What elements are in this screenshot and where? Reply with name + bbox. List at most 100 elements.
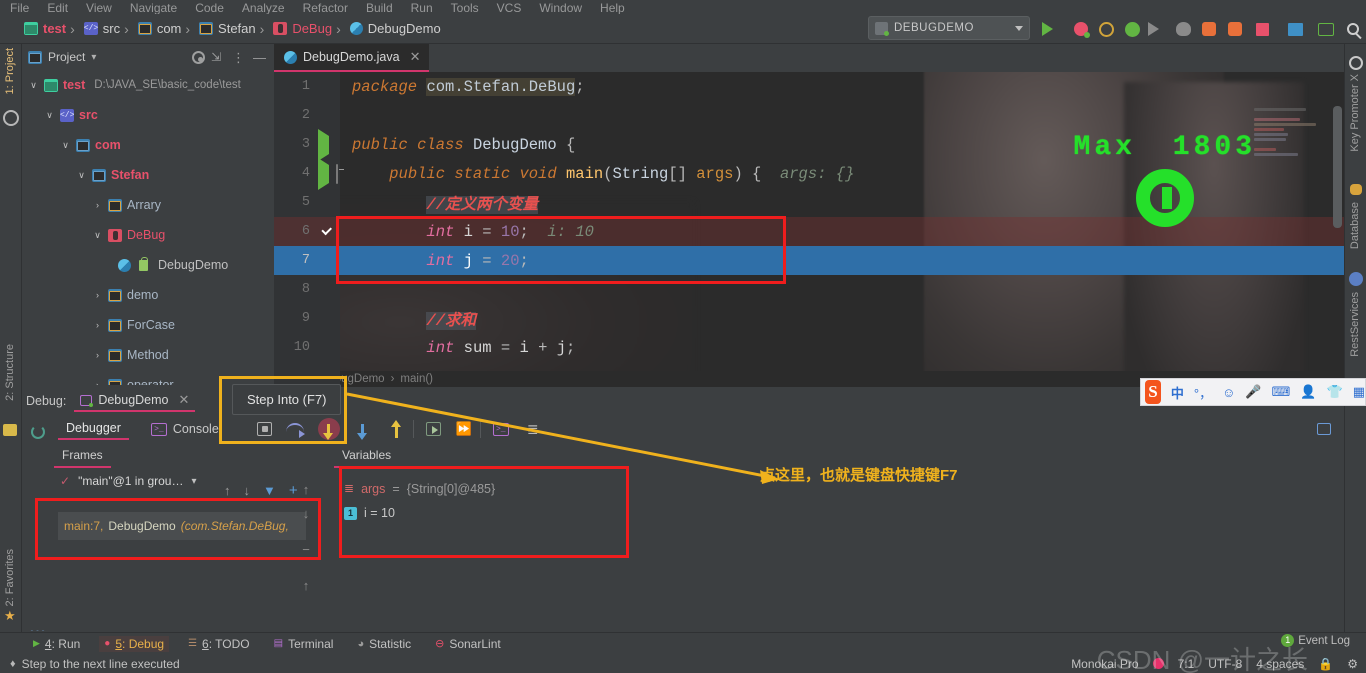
chevron-down-icon[interactable] bbox=[1015, 25, 1023, 31]
editor-scrollbar-thumb[interactable] bbox=[1333, 106, 1342, 228]
fold-icon[interactable] bbox=[336, 164, 338, 184]
chevron-icon[interactable]: ∨ bbox=[76, 170, 87, 181]
ime-toolbar[interactable]: S 中 °， ☺ 🎤 ⌨ 👤 👕 ▦ bbox=[1140, 378, 1366, 406]
force-step-into-button[interactable] bbox=[353, 419, 373, 440]
hide-panel-icon[interactable]: — bbox=[253, 50, 268, 65]
attach-button[interactable] bbox=[1148, 18, 1170, 40]
menu-view[interactable]: View bbox=[86, 2, 112, 14]
tree-node-operator[interactable]: › operator bbox=[22, 370, 274, 385]
run-gutter-icon[interactable] bbox=[318, 129, 329, 161]
menu-navigate[interactable]: Navigate bbox=[130, 2, 177, 14]
emoji-icon[interactable]: ☺ bbox=[1222, 385, 1235, 400]
tree-node-debug[interactable]: ∨ DeBug bbox=[22, 220, 274, 250]
menu-analyze[interactable]: Analyze bbox=[242, 2, 285, 14]
run-button[interactable] bbox=[1042, 18, 1064, 40]
terminal-button[interactable] bbox=[1315, 18, 1337, 40]
run-coverage-button[interactable] bbox=[1095, 18, 1117, 40]
sidebar-item-structure[interactable]: 2: Structure bbox=[4, 344, 16, 406]
soft-keyboard-icon[interactable]: ⌨ bbox=[1272, 384, 1291, 400]
sogou-logo-icon[interactable]: S bbox=[1145, 380, 1161, 404]
bottom-item-terminal[interactable]: ▤ Terminal bbox=[269, 636, 339, 652]
stop-button[interactable] bbox=[1251, 18, 1273, 40]
scroll-up-icon[interactable]: ↑ bbox=[303, 482, 310, 497]
breadcrumb-com[interactable]: com bbox=[120, 21, 181, 37]
tree-node-forcase[interactable]: › ForCase bbox=[22, 310, 274, 340]
move-up-icon[interactable]: ↑ bbox=[224, 483, 231, 498]
tree-node-method[interactable]: › Method bbox=[22, 340, 274, 370]
tree-node-test[interactable]: ∨ test D:\JAVA_SE\basic_code\test bbox=[22, 70, 274, 100]
menu-window[interactable]: Window bbox=[539, 2, 582, 14]
chevron-icon[interactable]: ∨ bbox=[92, 230, 103, 241]
lock-icon[interactable]: 🔒 bbox=[1318, 657, 1333, 671]
menu-file[interactable]: File bbox=[10, 2, 29, 14]
close-icon[interactable]: ✕ bbox=[410, 49, 421, 65]
event-log-button[interactable]: 1 Event Log bbox=[1281, 634, 1350, 647]
tab-console[interactable]: >_ Console bbox=[143, 419, 227, 439]
menu-run[interactable]: Run bbox=[411, 2, 433, 14]
chevron-icon[interactable]: › bbox=[92, 350, 103, 360]
scroll-from-source-icon[interactable] bbox=[192, 50, 205, 64]
restore-layout-button[interactable] bbox=[1314, 419, 1334, 439]
chevron-icon[interactable]: › bbox=[92, 320, 103, 330]
chevron-icon[interactable]: ∨ bbox=[28, 80, 39, 91]
chevron-icon[interactable]: › bbox=[92, 380, 103, 385]
menu-edit[interactable]: Edit bbox=[47, 2, 68, 14]
code-area[interactable]: 1 package com.Stefan.DeBug; 2 3 public c… bbox=[274, 72, 1344, 385]
breadcrumb-test[interactable]: test bbox=[24, 21, 66, 36]
debug-session-tab[interactable]: DebugDemo ✕ bbox=[74, 390, 196, 412]
editor-tab-debugdemo[interactable]: DebugDemo.java ✕ bbox=[274, 44, 429, 72]
target-icon[interactable] bbox=[3, 110, 19, 126]
bottom-item-statistic[interactable]: ◕ Statistic bbox=[352, 636, 416, 652]
options-menu-icon[interactable]: ⋮ bbox=[232, 50, 247, 65]
remove-icon[interactable]: − bbox=[302, 542, 310, 557]
chevron-icon[interactable]: › bbox=[92, 200, 103, 210]
breadcrumb-debugdemo[interactable]: DebugDemo bbox=[332, 21, 441, 37]
collapse-all-icon[interactable]: ⇲ bbox=[211, 50, 226, 65]
menu-refactor[interactable]: Refactor bbox=[303, 2, 348, 14]
search-everywhere-button[interactable] bbox=[1342, 18, 1364, 40]
menu-tools[interactable]: Tools bbox=[451, 2, 479, 14]
ime-language-toggle[interactable]: 中 bbox=[1171, 383, 1184, 402]
menu-bar[interactable]: File Edit View Navigate Code Analyze Ref… bbox=[0, 0, 1366, 14]
run-configuration-selector[interactable]: DEBUGDEMO bbox=[868, 16, 1030, 40]
bottom-item-sonarlint[interactable]: ⊖ SonarLint bbox=[430, 636, 506, 652]
variable-row-args[interactable]: ≣ args = {String[0]@485} bbox=[330, 476, 642, 501]
scroll-down-icon[interactable]: ↓ bbox=[303, 506, 310, 521]
ime-punctuation-toggle[interactable]: °， bbox=[1194, 383, 1212, 402]
frame-row[interactable]: main:7, DebugDemo (com.Stefan.DeBug, bbox=[58, 512, 306, 540]
skin-icon[interactable]: 👕 bbox=[1327, 384, 1343, 400]
step-over-button[interactable] bbox=[285, 419, 305, 439]
menu-code[interactable]: Code bbox=[195, 2, 224, 14]
layout-settings-button[interactable]: ≣ bbox=[523, 419, 543, 439]
tree-node-debugdemo[interactable]: DebugDemo bbox=[22, 250, 274, 280]
bottom-item-run[interactable]: ▶ 4: Run bbox=[28, 636, 85, 652]
layout-button[interactable] bbox=[1284, 18, 1306, 40]
run-dirty-button[interactable] bbox=[1172, 18, 1194, 40]
breadcrumb-stefan[interactable]: Stefan bbox=[181, 21, 256, 37]
sidebar-item-key-promoter[interactable]: Key Promoter X bbox=[1349, 74, 1361, 157]
show-execution-point-button[interactable] bbox=[255, 419, 275, 439]
menu-vcs[interactable]: VCS bbox=[497, 2, 522, 14]
chevron-icon[interactable]: › bbox=[92, 290, 103, 300]
bottom-item-todo[interactable]: ☰ 6: TODO bbox=[183, 636, 255, 652]
move-down-icon[interactable]: ↓ bbox=[244, 483, 251, 498]
variable-row-i[interactable]: 1 i = 10 bbox=[330, 501, 642, 525]
step-out-button[interactable] bbox=[387, 419, 407, 439]
breadcrumb-src[interactable]: </> src bbox=[66, 21, 120, 37]
close-icon[interactable]: ✕ bbox=[179, 392, 190, 408]
build-run-button[interactable] bbox=[1198, 18, 1220, 40]
chevron-icon[interactable]: ∨ bbox=[60, 140, 71, 151]
account-icon[interactable]: 👤 bbox=[1300, 384, 1316, 400]
sidebar-item-project[interactable]: 1: Project bbox=[4, 48, 16, 99]
filter-icon[interactable]: ▼ bbox=[263, 483, 276, 498]
inspections-icon[interactable]: ⚙ bbox=[1347, 657, 1358, 671]
chevron-icon[interactable]: ∨ bbox=[44, 110, 55, 121]
run-gutter-icon[interactable] bbox=[318, 158, 329, 190]
menu-help[interactable]: Help bbox=[600, 2, 625, 14]
sidebar-item-database[interactable]: Database bbox=[1349, 202, 1361, 254]
debug-button[interactable] bbox=[1070, 18, 1092, 40]
profile-button[interactable] bbox=[1121, 18, 1143, 40]
step-into-button[interactable] bbox=[317, 418, 340, 440]
editor-minimap[interactable] bbox=[1250, 106, 1328, 226]
tree-node-arrary[interactable]: › Arrary bbox=[22, 190, 274, 220]
